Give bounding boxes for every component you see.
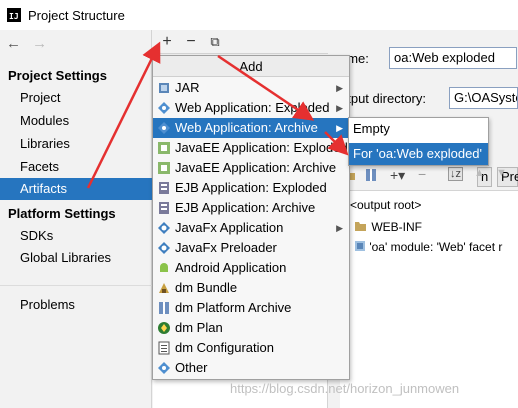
artifacts-toolbar: + − ⧉: [153, 30, 328, 54]
window-title: Project Structure: [28, 7, 125, 23]
web-archive-submenu: Empty For 'oa:Web exploded': [348, 117, 489, 166]
submenu-arrow-icon: ▶: [336, 123, 343, 133]
nav-arrows: ← →: [6, 35, 54, 52]
menu-item-label: JavaEE Application: Exploded: [175, 140, 348, 155]
menu-item-android-application[interactable]: Android Application: [153, 258, 349, 278]
menu-item-web-application-exploded[interactable]: Web Application: Exploded ▶: [153, 98, 349, 118]
web-app-icon: [157, 121, 171, 135]
menu-item-dm-bundle[interactable]: dm Bundle: [153, 278, 349, 298]
dm-config-icon: [157, 341, 171, 355]
move-up-icon[interactable]: ▲: [474, 167, 485, 179]
name-field[interactable]: oa:Web exploded: [389, 47, 517, 69]
sort-icon[interactable]: ↓z: [448, 167, 463, 181]
folder-icon: [354, 218, 368, 238]
forward-arrow-icon[interactable]: →: [32, 35, 54, 52]
add-icon[interactable]: +: [157, 32, 177, 52]
sidebar-item-libraries[interactable]: Libraries: [0, 133, 152, 155]
menu-item-label: JavaFx Preloader: [175, 240, 277, 255]
add-tree-item-icon[interactable]: +▾: [390, 167, 405, 184]
output-directory-label: utput directory:: [340, 91, 426, 106]
menu-item-label: dm Bundle: [175, 280, 238, 295]
menu-item-ejb-application-archive[interactable]: EJB Application: Archive: [153, 198, 349, 218]
menu-item-dm-plan[interactable]: dm Plan: [153, 318, 349, 338]
menu-item-javaee-application-exploded[interactable]: JavaEE Application: Exploded: [153, 138, 349, 158]
javafx-icon: [157, 221, 171, 235]
title-bar: IJ Project Structure: [0, 0, 518, 30]
sidebar-item-problems[interactable]: Problems: [0, 294, 152, 316]
menu-item-other[interactable]: Other: [153, 358, 349, 378]
menu-item-label: dm Plan: [175, 320, 223, 335]
ejb-icon: [157, 181, 171, 195]
submenu-item-empty[interactable]: Empty: [349, 118, 488, 140]
tree-item-label: 'oa' module: 'Web' facet r: [369, 240, 503, 254]
javafx-icon: [157, 241, 171, 255]
dm-bundle-icon: [157, 281, 171, 295]
menu-item-javaee-application-archive[interactable]: JavaEE Application: Archive: [153, 158, 349, 178]
menu-item-label: dm Configuration: [175, 340, 274, 355]
sidebar-item-sdks[interactable]: SDKs: [0, 225, 152, 247]
remove-icon[interactable]: −: [181, 32, 201, 52]
menu-title: Add: [153, 56, 349, 77]
menu-item-javafx-preloader[interactable]: JavaFx Preloader: [153, 238, 349, 258]
module-icon: [354, 238, 366, 258]
output-layout-tree: <output root> WEB-INF 'oa' module: 'Web'…: [340, 190, 518, 408]
submenu-arrow-icon: ▶: [336, 103, 343, 113]
tree-toolbar: +▾ − ↓z ▲ ▼: [340, 166, 518, 188]
sidebar-divider: [0, 285, 152, 286]
move-down-icon[interactable]: ▼: [496, 167, 507, 179]
back-arrow-icon[interactable]: ←: [6, 35, 28, 52]
add-artifact-menu: Add JAR ▶ Web Application: Exploded ▶ Web Ap…: [152, 55, 350, 380]
menu-item-web-application-archive[interactable]: Web Application: Archive ▶: [153, 118, 349, 138]
menu-item-javafx-application[interactable]: JavaFx Application ▶: [153, 218, 349, 238]
tree-root[interactable]: <output root>: [350, 195, 421, 215]
menu-item-label: Android Application: [175, 260, 287, 275]
sidebar-item-modules[interactable]: Modules: [0, 110, 152, 132]
menu-item-jar[interactable]: JAR ▶: [153, 78, 349, 98]
menu-item-dm-platform-archive[interactable]: dm Platform Archive: [153, 298, 349, 318]
copy-icon[interactable]: ⧉: [205, 32, 225, 52]
tree-item-web-inf[interactable]: WEB-INF: [354, 217, 422, 237]
watermark: https://blog.csdn.net/horizon_junmowen: [230, 381, 460, 396]
menu-item-label: EJB Application: Archive: [175, 200, 316, 215]
jar-icon: [157, 81, 171, 95]
menu-item-label: Web Application: Archive: [175, 120, 318, 135]
sidebar-item-project[interactable]: Project: [0, 87, 152, 109]
menu-item-ejb-application-exploded[interactable]: EJB Application: Exploded: [153, 178, 349, 198]
sidebar-item-artifacts[interactable]: Artifacts: [0, 178, 152, 200]
submenu-arrow-icon: ▶: [336, 223, 343, 233]
intellij-logo-icon: IJ: [7, 8, 21, 22]
project-settings-header: Project Settings: [8, 68, 107, 83]
tree-item-label: WEB-INF: [371, 220, 423, 234]
menu-item-label: JAR: [175, 80, 200, 95]
menu-item-label: dm Platform Archive: [175, 300, 292, 315]
web-app-icon: [157, 101, 171, 115]
other-icon: [157, 361, 171, 375]
javaee-icon: [157, 161, 171, 175]
sidebar-item-global-libraries[interactable]: Global Libraries: [0, 247, 152, 269]
javaee-icon: [157, 141, 171, 155]
sidebar: ← → Project Settings Project Modules Lib…: [0, 30, 152, 408]
menu-item-label: JavaFx Application: [175, 220, 284, 235]
tree-item-module-output[interactable]: 'oa' module: 'Web' facet r: [354, 237, 502, 257]
submenu-item-for-web-exploded[interactable]: For 'oa:Web exploded': [349, 143, 488, 165]
android-icon: [157, 261, 171, 275]
submenu-arrow-icon: ▶: [336, 83, 343, 93]
dm-platform-icon: [157, 301, 171, 315]
menu-item-label: Web Application: Exploded: [175, 100, 330, 115]
menu-item-label: JavaEE Application: Archive: [175, 160, 337, 175]
sidebar-item-facets[interactable]: Facets: [0, 156, 152, 178]
remove-tree-item-icon[interactable]: −: [418, 166, 426, 182]
menu-item-label: EJB Application: Exploded: [175, 180, 327, 195]
menu-item-dm-configuration[interactable]: dm Configuration: [153, 338, 349, 358]
archive-icon[interactable]: [364, 168, 378, 185]
ejb-icon: [157, 201, 171, 215]
dm-plan-icon: [157, 321, 171, 335]
menu-item-label: Other: [175, 360, 208, 375]
platform-settings-header: Platform Settings: [8, 206, 116, 221]
output-directory-field[interactable]: G:\OASyste: [449, 87, 518, 109]
